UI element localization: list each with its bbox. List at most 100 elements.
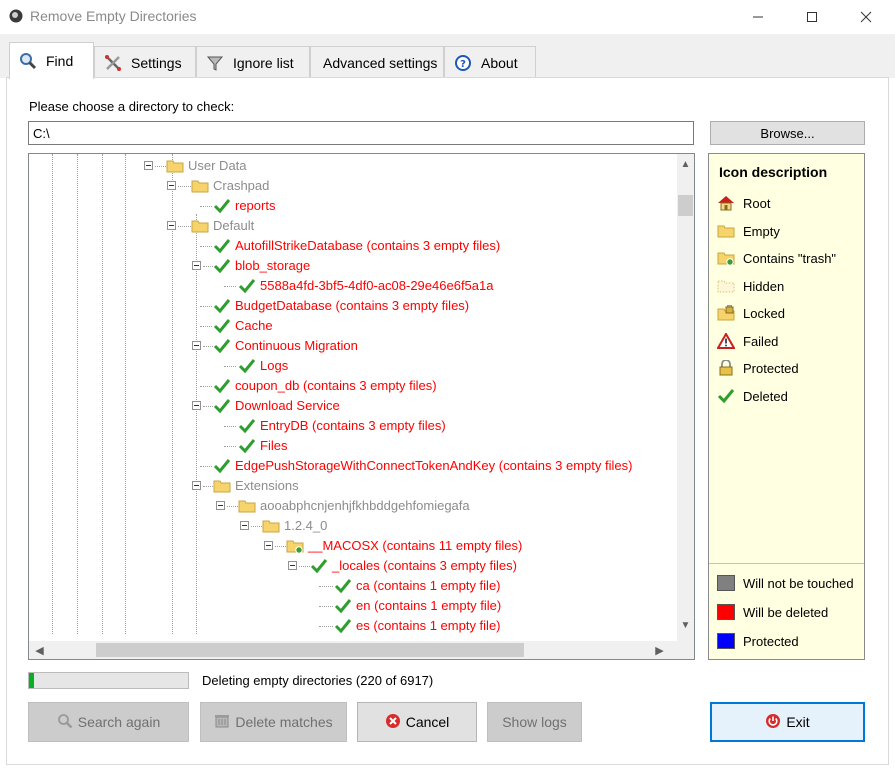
tree-horizontal-scrollbar[interactable]: ◀ ▶ xyxy=(29,641,694,659)
title-bar: Remove Empty Directories xyxy=(0,0,895,34)
legend-color-protected: Protected xyxy=(717,631,799,651)
collapse-toggle-icon[interactable] xyxy=(264,541,273,550)
tree-row[interactable]: Files xyxy=(29,436,679,456)
tree-row[interactable]: BudgetDatabase (contains 3 empty files) xyxy=(29,296,679,316)
tree-row[interactable]: en (contains 1 empty file) xyxy=(29,596,679,616)
tab-find[interactable]: Find xyxy=(9,42,94,79)
tree-row[interactable]: Default xyxy=(29,216,679,236)
cancel-button[interactable]: Cancel xyxy=(357,702,477,742)
collapse-toggle-icon[interactable] xyxy=(216,501,225,510)
tree-row[interactable]: EdgePushStorageWithConnectTokenAndKey (c… xyxy=(29,456,679,476)
tree-row-label: Download Service xyxy=(235,398,340,413)
check-icon xyxy=(334,598,352,614)
protected-lock-icon xyxy=(717,360,735,376)
delete-matches-button[interactable]: Delete matches xyxy=(200,702,347,742)
icon-legend: Icon description Root Empty Contains "tr… xyxy=(708,153,865,660)
magnifier-icon xyxy=(18,51,38,71)
scroll-right-arrow-icon[interactable]: ▶ xyxy=(651,641,668,659)
scroll-up-arrow-icon[interactable]: ▲ xyxy=(677,156,694,173)
collapse-toggle-icon[interactable] xyxy=(288,561,297,570)
tab-ignore-list[interactable]: Ignore list xyxy=(196,46,310,78)
tree-connector xyxy=(200,466,212,467)
legend-item-trash: Contains "trash" xyxy=(717,248,836,268)
check-icon xyxy=(238,278,256,294)
directory-tree[interactable]: User Data Crashpad reports Default AutofillS… xyxy=(28,153,695,660)
cancel-icon xyxy=(385,713,401,732)
trash-folder-icon xyxy=(717,250,735,266)
check-icon xyxy=(213,318,231,334)
check-icon xyxy=(213,398,231,414)
scroll-thumb[interactable] xyxy=(96,643,524,657)
scroll-thumb[interactable] xyxy=(678,195,693,216)
tree-connector xyxy=(224,446,236,447)
collapse-toggle-icon[interactable] xyxy=(240,521,249,530)
exit-button[interactable]: Exit xyxy=(710,702,865,742)
tree-row[interactable]: Cache xyxy=(29,316,679,336)
filter-icon xyxy=(205,53,225,73)
scroll-down-arrow-icon[interactable]: ▼ xyxy=(677,617,694,634)
tree-row[interactable]: Logs xyxy=(29,356,679,376)
empty-folder-icon xyxy=(717,223,735,239)
tree-vertical-scrollbar[interactable]: ▲ ▼ xyxy=(677,154,694,642)
collapse-toggle-icon[interactable] xyxy=(167,221,176,230)
search-again-button[interactable]: Search again xyxy=(28,702,189,742)
tree-row[interactable]: Download Service xyxy=(29,396,679,416)
tree-row[interactable]: AutofillStrikeDatabase (contains 3 empty… xyxy=(29,236,679,256)
tree-row[interactable]: es (contains 1 empty file) xyxy=(29,616,679,636)
tree-connector xyxy=(178,226,191,227)
tree-row[interactable]: aooabphcnjenhjfkhbddgehfomiegafa xyxy=(29,496,679,516)
tree-row[interactable]: __MACOSX (contains 11 empty files) xyxy=(29,536,679,556)
directory-path-input[interactable] xyxy=(28,121,694,145)
tree-row-label: User Data xyxy=(188,158,247,173)
tree-row[interactable]: Continuous Migration xyxy=(29,336,679,356)
tab-label: About xyxy=(481,54,518,71)
tree-row[interactable]: User Data xyxy=(29,156,679,176)
maximize-button[interactable] xyxy=(789,0,835,34)
collapse-toggle-icon[interactable] xyxy=(192,481,201,490)
show-logs-button[interactable]: Show logs xyxy=(487,702,582,742)
collapse-toggle-icon[interactable] xyxy=(192,341,201,350)
tree-row[interactable]: Crashpad xyxy=(29,176,679,196)
power-icon xyxy=(765,713,781,732)
tree-row-label: Continuous Migration xyxy=(235,338,358,353)
tree-row[interactable]: Extensions xyxy=(29,476,679,496)
legend-item-deleted: Deleted xyxy=(717,386,788,406)
tree-row-label: 1.2.4_0 xyxy=(284,518,328,533)
tree-row-label: aooabphcnjenhjfkhbddgehfomiegafa xyxy=(260,498,470,513)
tree-row[interactable]: 5588a4fd-3bf5-4df0-ac08-29e46e6f5a1a xyxy=(29,276,679,296)
check-icon xyxy=(213,198,231,214)
tree-row[interactable]: 1.2.4_0 xyxy=(29,516,679,536)
collapse-toggle-icon[interactable] xyxy=(144,161,153,170)
progress-bar xyxy=(28,672,189,689)
tab-label: Settings xyxy=(131,54,182,71)
folder-icon xyxy=(191,218,209,234)
tab-settings[interactable]: Settings xyxy=(94,46,196,78)
tab-about[interactable]: ? About xyxy=(444,46,536,78)
svg-text:?: ? xyxy=(460,59,466,70)
tree-connector xyxy=(203,486,213,487)
collapse-toggle-icon[interactable] xyxy=(167,181,176,190)
tree-connector xyxy=(200,206,212,207)
tree-connector xyxy=(319,586,333,587)
scroll-left-arrow-icon[interactable]: ◀ xyxy=(31,641,48,659)
tree-connector xyxy=(224,426,236,427)
browse-button[interactable]: Browse... xyxy=(710,121,865,145)
collapse-toggle-icon[interactable] xyxy=(192,401,201,410)
tree-row[interactable]: blob_storage xyxy=(29,256,679,276)
tab-advanced-settings[interactable]: Advanced settings xyxy=(310,46,444,78)
tree-row[interactable]: _locales (contains 3 empty files) xyxy=(29,556,679,576)
tree-row[interactable]: reports xyxy=(29,196,679,216)
tree-connector xyxy=(203,346,213,347)
close-button[interactable] xyxy=(843,0,889,34)
tree-row[interactable]: ca (contains 1 empty file) xyxy=(29,576,679,596)
check-icon xyxy=(213,258,231,274)
tree-row-label: EdgePushStorageWithConnectTokenAndKey (c… xyxy=(235,458,633,473)
check-icon xyxy=(213,378,231,394)
check-icon xyxy=(310,558,328,574)
minimize-button[interactable] xyxy=(735,0,781,34)
tree-row[interactable]: EntryDB (contains 3 empty files) xyxy=(29,416,679,436)
red-swatch xyxy=(717,604,735,620)
collapse-toggle-icon[interactable] xyxy=(192,261,201,270)
legend-separator xyxy=(709,563,864,564)
tree-row[interactable]: coupon_db (contains 3 empty files) xyxy=(29,376,679,396)
